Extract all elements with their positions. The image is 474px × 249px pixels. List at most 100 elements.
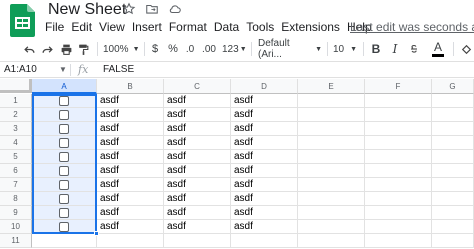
sheets-logo-icon[interactable] (10, 4, 35, 37)
cell-b[interactable]: asdf (97, 108, 164, 122)
cell-a[interactable] (32, 206, 97, 220)
name-box[interactable]: A1:A10 (4, 64, 37, 75)
checkbox[interactable] (59, 137, 69, 148)
column-header-e[interactable]: E (298, 79, 365, 94)
cell-e[interactable] (298, 206, 365, 220)
cell-a[interactable] (32, 150, 97, 164)
cell-d[interactable]: asdf (231, 136, 298, 150)
row-header[interactable]: 3 (0, 122, 32, 136)
menu-file[interactable]: File (45, 19, 64, 35)
cell-d[interactable]: asdf (231, 122, 298, 136)
cell-b[interactable]: asdf (97, 192, 164, 206)
cell-e[interactable] (298, 136, 365, 150)
cell-d[interactable]: asdf (231, 164, 298, 178)
cell-g[interactable] (432, 178, 474, 192)
cell-a[interactable] (32, 178, 97, 192)
cell-c[interactable]: asdf (164, 94, 231, 108)
cell-f[interactable] (365, 122, 432, 136)
cell-g[interactable] (432, 94, 474, 108)
cell-f[interactable] (365, 206, 432, 220)
cell-d[interactable]: asdf (231, 178, 298, 192)
cell-a[interactable] (32, 192, 97, 206)
select-all-corner[interactable] (0, 79, 32, 93)
checkbox[interactable] (59, 179, 69, 190)
cell-e[interactable] (298, 234, 365, 248)
cell-c[interactable]: asdf (164, 164, 231, 178)
cell-b[interactable]: asdf (97, 150, 164, 164)
decrease-decimal-button[interactable]: .0 (183, 41, 197, 57)
row-header[interactable]: 11 (0, 234, 32, 248)
cell-f[interactable] (365, 192, 432, 206)
last-edit-link[interactable]: Last edit was seconds ago (350, 19, 474, 35)
row-header[interactable]: 7 (0, 178, 32, 192)
cell-f[interactable] (365, 234, 432, 248)
cell-d[interactable]: asdf (231, 192, 298, 206)
cell-f[interactable] (365, 94, 432, 108)
cell-a[interactable] (32, 136, 97, 150)
chevron-down-icon[interactable]: ▼ (59, 65, 67, 74)
cell-d[interactable]: asdf (231, 206, 298, 220)
menu-data[interactable]: Data (214, 19, 239, 35)
cell-c[interactable]: asdf (164, 178, 231, 192)
cell-e[interactable] (298, 150, 365, 164)
cell-b[interactable]: asdf (97, 122, 164, 136)
cell-e[interactable] (298, 122, 365, 136)
document-title[interactable]: New Sheet (48, 0, 126, 20)
cell-e[interactable] (298, 108, 365, 122)
row-header[interactable]: 9 (0, 206, 32, 220)
undo-icon[interactable] (22, 41, 36, 57)
cell-c[interactable]: asdf (164, 150, 231, 164)
menu-edit[interactable]: Edit (71, 19, 92, 35)
checkbox[interactable] (59, 109, 69, 120)
cell-e[interactable] (298, 178, 365, 192)
cell-c[interactable]: asdf (164, 192, 231, 206)
cell-b[interactable]: asdf (97, 94, 164, 108)
column-header-d[interactable]: D (231, 79, 298, 94)
cell-a[interactable] (32, 220, 97, 234)
row-header[interactable]: 2 (0, 108, 32, 122)
cell-b[interactable]: asdf (97, 164, 164, 178)
column-header-b[interactable]: B (97, 79, 164, 94)
currency-format-button[interactable]: $ (150, 41, 160, 57)
cell-d[interactable]: asdf (231, 150, 298, 164)
row-header[interactable]: 6 (0, 164, 32, 178)
row-header[interactable]: 10 (0, 220, 32, 234)
more-formats-select[interactable]: 123 ▼ (222, 41, 247, 57)
cell-g[interactable] (432, 150, 474, 164)
cell-d[interactable]: asdf (231, 94, 298, 108)
italic-icon[interactable]: I (389, 41, 401, 57)
move-to-folder-icon[interactable] (145, 2, 159, 16)
column-header-g[interactable]: G (432, 79, 474, 94)
bold-icon[interactable]: B (370, 41, 382, 57)
redo-icon[interactable] (40, 41, 54, 57)
checkbox[interactable] (59, 165, 69, 176)
menu-tools[interactable]: Tools (246, 19, 274, 35)
cell-a[interactable] (32, 122, 97, 136)
fill-color-icon[interactable] (459, 41, 473, 57)
cell-d[interactable] (231, 234, 298, 248)
cell-f[interactable] (365, 150, 432, 164)
cell-f[interactable] (365, 220, 432, 234)
menu-view[interactable]: View (99, 19, 125, 35)
fill-handle[interactable] (94, 231, 99, 236)
checkbox[interactable] (59, 151, 69, 162)
cell-c[interactable] (164, 234, 231, 248)
cell-c[interactable]: asdf (164, 206, 231, 220)
row-header[interactable]: 5 (0, 150, 32, 164)
cell-g[interactable] (432, 122, 474, 136)
font-family-select[interactable]: Default (Ari... ▼ (258, 38, 322, 60)
cloud-status-icon[interactable] (168, 2, 182, 16)
cell-a[interactable] (32, 108, 97, 122)
checkbox[interactable] (59, 207, 69, 218)
row-header[interactable]: 1 (0, 94, 32, 108)
checkbox[interactable] (59, 221, 69, 232)
cell-g[interactable] (432, 206, 474, 220)
cell-f[interactable] (365, 178, 432, 192)
cell-b[interactable] (97, 234, 164, 248)
cell-f[interactable] (365, 136, 432, 150)
checkbox[interactable] (59, 123, 69, 134)
formula-input[interactable]: FALSE (103, 64, 134, 75)
cell-g[interactable] (432, 220, 474, 234)
cell-e[interactable] (298, 94, 365, 108)
increase-decimal-button[interactable]: .00 (200, 41, 218, 57)
